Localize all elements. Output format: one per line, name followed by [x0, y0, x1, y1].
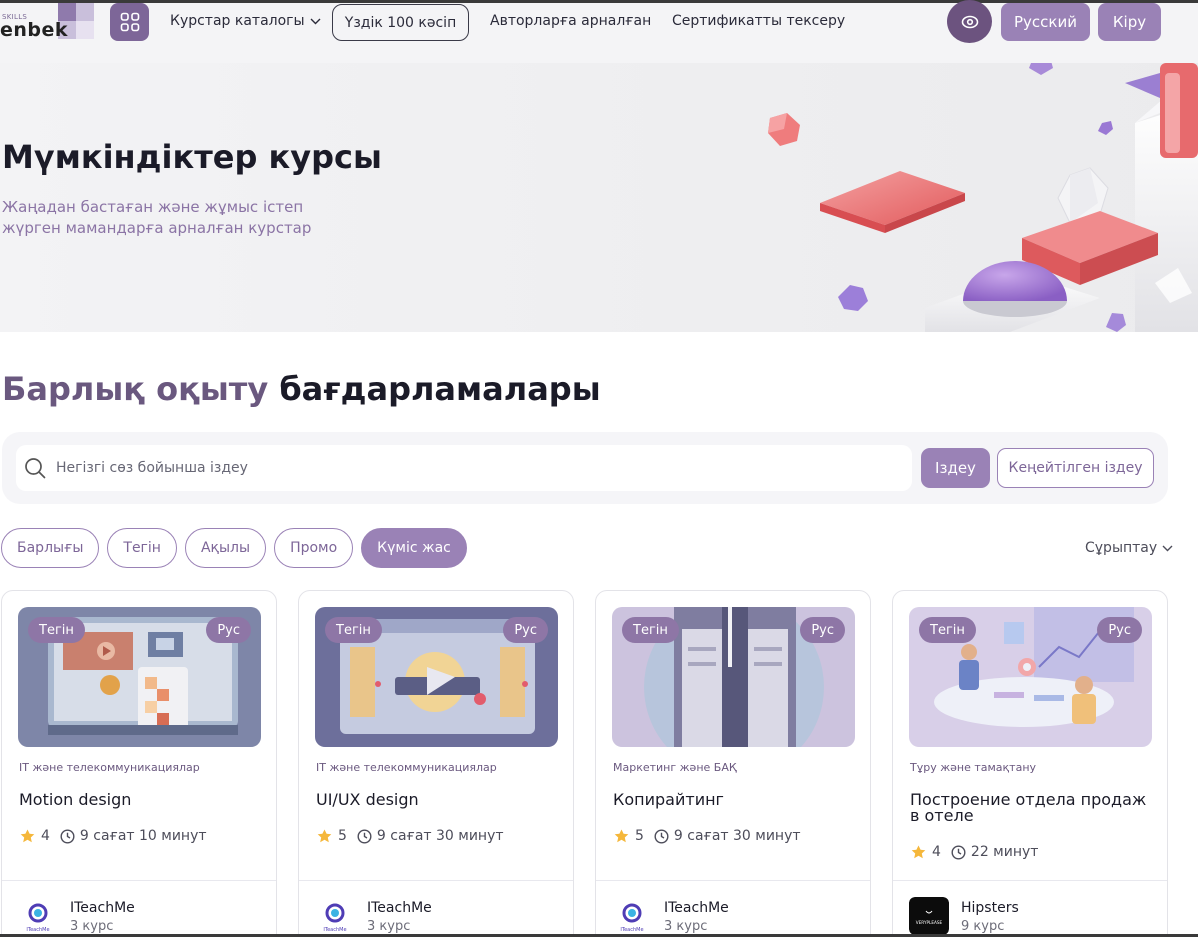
- course-title[interactable]: Копирайтинг: [613, 792, 853, 808]
- course-rating: 5: [338, 828, 347, 844]
- apps-menu-button[interactable]: [110, 3, 149, 41]
- course-rating: 4: [932, 844, 941, 860]
- course-meta: 4 22 минут: [911, 844, 1038, 860]
- nav-top100-button[interactable]: Үздік 100 кәсіп: [332, 4, 469, 41]
- svg-text:ITeachMe: ITeachMe: [26, 927, 49, 933]
- filter-chip-all[interactable]: Барлығы: [1, 528, 100, 568]
- nav-for-authors[interactable]: Авторларға арналған: [490, 13, 651, 29]
- section-title-part2: бағдарламалары: [279, 370, 601, 408]
- free-badge: Тегін: [919, 617, 976, 643]
- author-name[interactable]: ITeachMe: [664, 900, 729, 916]
- nav-course-catalog-label: Курстар каталогы: [170, 13, 305, 29]
- course-rating: 4: [41, 828, 50, 844]
- author-course-count: 9 курс: [961, 919, 1005, 934]
- hero-subtitle: Жаңадан бастаған және жұмыс істеп жүрген…: [2, 198, 312, 237]
- search-input[interactable]: [56, 445, 896, 491]
- language-badge: Рус: [206, 617, 251, 643]
- course-title[interactable]: Motion design: [19, 792, 259, 808]
- filter-chip-silver-age[interactable]: Күміс жас: [361, 528, 467, 568]
- course-meta: 4 9 сағат 10 минут: [20, 828, 207, 844]
- course-meta: 5 9 сағат 30 минут: [614, 828, 801, 844]
- chevron-down-icon: [310, 18, 321, 24]
- author-logo: ITeachMe: [612, 897, 652, 935]
- language-badge: Рус: [503, 617, 548, 643]
- clock-icon: [951, 844, 966, 860]
- author-name[interactable]: ITeachMe: [367, 900, 432, 916]
- logo-enbek-text: enbek: [0, 19, 69, 41]
- course-category: Тұру және тамақтану: [910, 761, 1037, 774]
- course-title[interactable]: UI/UX design: [316, 792, 556, 808]
- author-course-count: 3 курс: [367, 919, 411, 934]
- section-title-part1: Барлық оқыту: [2, 370, 269, 408]
- course-card[interactable]: Тегін Рус IT және телекоммуникациялар UI…: [298, 590, 574, 937]
- course-card[interactable]: Тегін Рус Маркетинг және БАҚ Копирайтинг…: [595, 590, 871, 937]
- author-course-count: 3 курс: [70, 919, 114, 934]
- free-badge: Тегін: [28, 617, 85, 643]
- course-image: Тегін Рус: [612, 607, 855, 747]
- free-badge: Тегін: [622, 617, 679, 643]
- star-icon: [614, 829, 629, 843]
- sort-dropdown[interactable]: Сұрыптау: [1085, 540, 1173, 556]
- star-icon: [20, 829, 35, 843]
- star-icon: [911, 845, 926, 859]
- search-field: [16, 445, 912, 491]
- author-course-count: 3 курс: [664, 919, 708, 934]
- course-card[interactable]: Тегін Рус Тұру және тамақтану Построение…: [892, 590, 1168, 937]
- course-image: Тегін Рус: [909, 607, 1152, 747]
- svg-text:ITeachMe: ITeachMe: [620, 927, 643, 933]
- hero-banner: Мүмкіндіктер курсы Жаңадан бастаған және…: [0, 63, 1198, 332]
- nav-course-catalog[interactable]: Курстар каталогы: [170, 13, 321, 29]
- course-meta: 5 9 сағат 30 минут: [317, 828, 504, 844]
- filter-chip-free[interactable]: Тегін: [107, 528, 177, 568]
- course-category: IT және телекоммуникациялар: [316, 761, 497, 774]
- language-badge: Рус: [800, 617, 845, 643]
- language-badge: Рус: [1097, 617, 1142, 643]
- site-header: SKILLS enbek Курстар каталогы Үздік 100 …: [0, 0, 1198, 63]
- clock-icon: [654, 828, 669, 844]
- course-rating: 5: [635, 828, 644, 844]
- section-title: Барлық оқыту бағдарламалары: [2, 370, 601, 408]
- course-image: Тегін Рус: [315, 607, 558, 747]
- svg-text:ITeachMe: ITeachMe: [323, 927, 346, 933]
- course-duration: 22 минут: [970, 844, 1039, 860]
- grid-icon: [120, 12, 139, 32]
- filter-chip-paid[interactable]: Ақылы: [184, 528, 267, 568]
- clock-icon: [60, 828, 75, 844]
- enbek-logo[interactable]: SKILLS enbek: [0, 3, 96, 43]
- filter-chip-promo[interactable]: Промо: [274, 528, 354, 568]
- author-name[interactable]: ITeachMe: [70, 900, 135, 916]
- sort-label: Сұрыптау: [1085, 540, 1158, 556]
- hero-title: Мүмкіндіктер курсы: [2, 138, 382, 176]
- nav-certificate-check[interactable]: Сертификатты тексеру: [672, 13, 845, 29]
- language-button[interactable]: Русский: [1001, 3, 1090, 41]
- search-icon: [25, 458, 46, 479]
- accessibility-button[interactable]: [947, 0, 992, 43]
- login-button[interactable]: Кіру: [1098, 3, 1161, 41]
- course-duration: 9 сағат 10 минут: [79, 828, 207, 844]
- advanced-search-button[interactable]: Кеңейтілген іздеу: [997, 448, 1154, 488]
- hero-3d-illustration: [768, 63, 1198, 332]
- clock-icon: [357, 828, 372, 844]
- eye-icon: [961, 15, 978, 28]
- course-duration: 9 сағат 30 минут: [376, 828, 504, 844]
- course-duration: 9 сағат 30 минут: [673, 828, 801, 844]
- author-logo: VERYPLEASE: [909, 897, 949, 935]
- search-panel: Іздеу Кеңейтілген іздеу: [2, 432, 1168, 504]
- search-button[interactable]: Іздеу: [921, 448, 990, 488]
- course-card[interactable]: Тегін Рус IT және телекоммуникациялар Mo…: [1, 590, 277, 937]
- star-icon: [317, 829, 332, 843]
- author-name[interactable]: Hipsters: [961, 900, 1019, 916]
- chevron-down-icon: [1162, 545, 1173, 551]
- filter-chips: Барлығы Тегін Ақылы Промо Күміс жас: [1, 528, 467, 568]
- svg-text:VERYPLEASE: VERYPLEASE: [916, 920, 943, 925]
- author-logo: ITeachMe: [315, 897, 355, 935]
- author-logo: ITeachMe: [18, 897, 58, 935]
- course-category: Маркетинг және БАҚ: [613, 761, 737, 774]
- course-image: Тегін Рус: [18, 607, 261, 747]
- free-badge: Тегін: [325, 617, 382, 643]
- course-title[interactable]: Построение отдела продаж в отеле: [910, 792, 1150, 824]
- course-category: IT және телекоммуникациялар: [19, 761, 200, 774]
